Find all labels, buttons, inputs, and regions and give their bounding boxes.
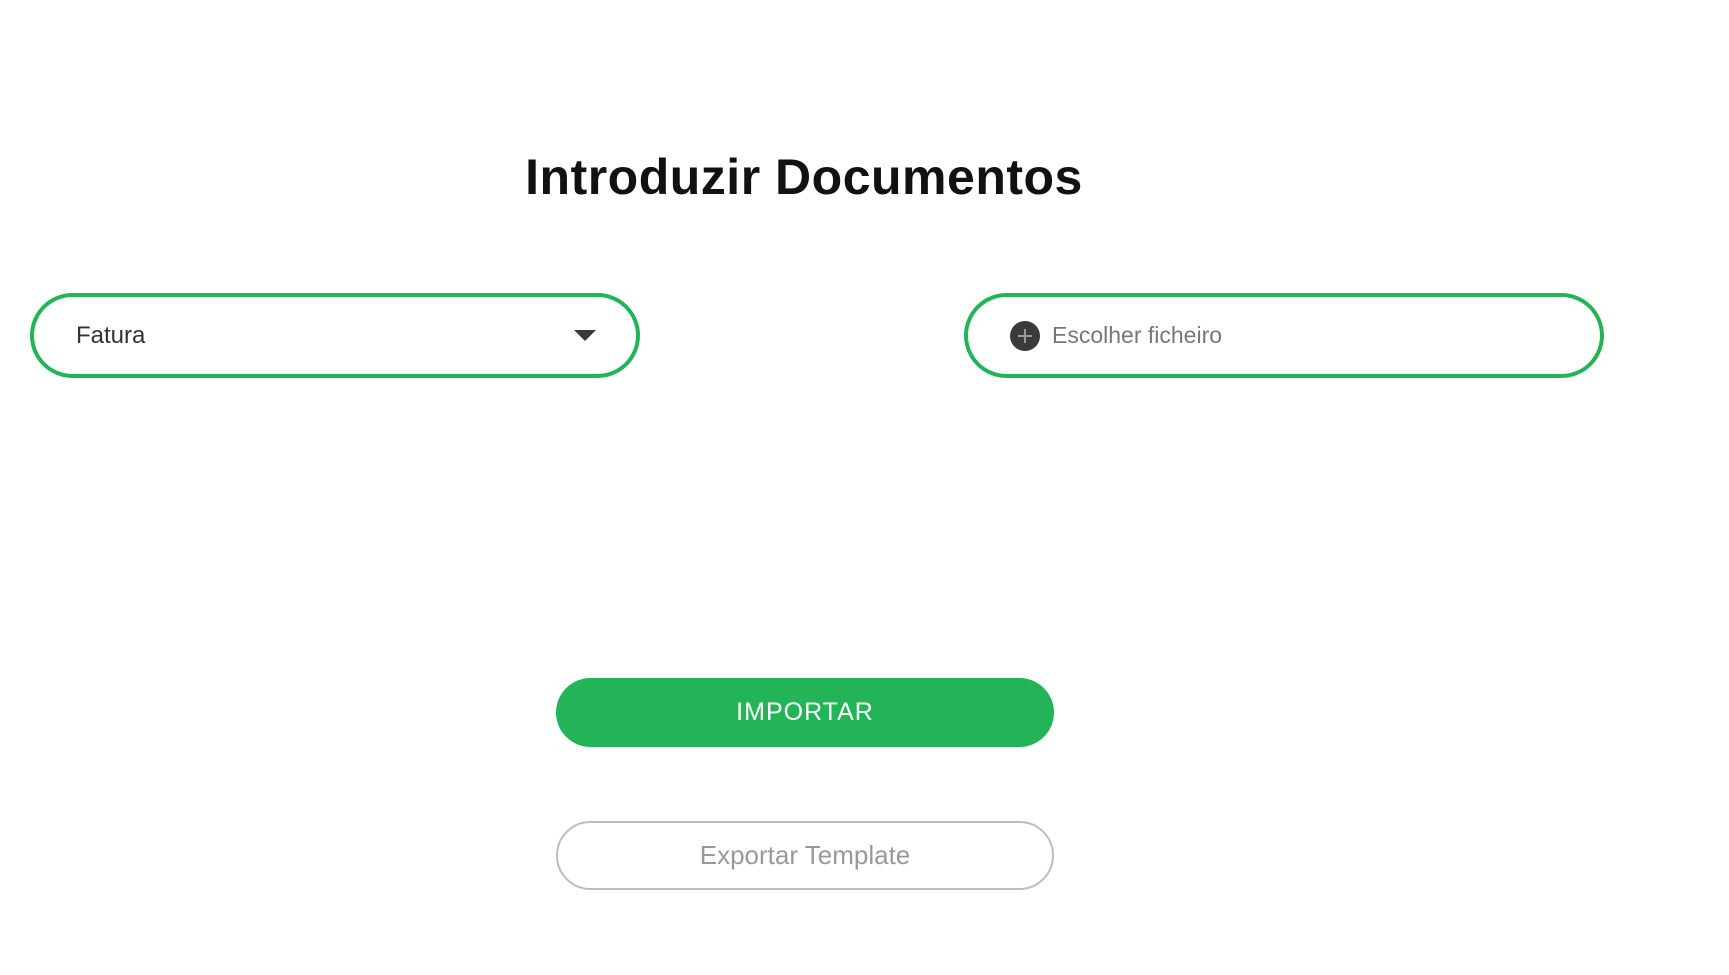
file-picker-placeholder: Escolher ficheiro — [1052, 322, 1223, 348]
document-type-select[interactable]: Fatura — [30, 293, 640, 378]
document-type-selected-value: Fatura — [76, 321, 146, 349]
chevron-down-icon — [574, 330, 596, 341]
plus-circle-icon — [1010, 320, 1040, 351]
page-title: Introduzir Documentos — [525, 149, 1083, 205]
import-documents-page: Introduzir Documentos Fatura Escolher fi… — [0, 0, 1729, 975]
file-picker[interactable]: Escolher ficheiro — [964, 293, 1604, 378]
import-button[interactable]: IMPORTAR — [556, 678, 1054, 747]
export-template-button[interactable]: Exportar Template — [556, 821, 1054, 890]
